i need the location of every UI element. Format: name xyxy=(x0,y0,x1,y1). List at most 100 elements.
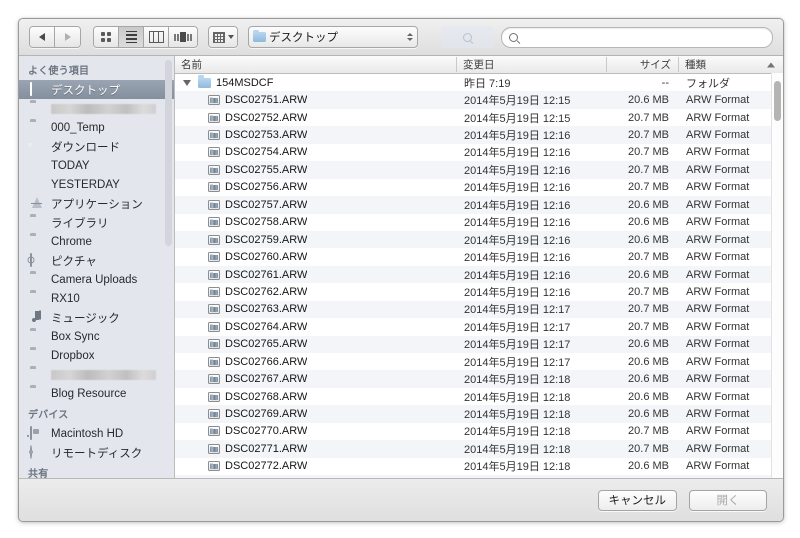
table-row[interactable]: DSC02766.ARW 2014年5月19日 12:17 20.6 MB ARW F… xyxy=(175,353,783,370)
sidebar-item-redacted[interactable] xyxy=(19,365,174,384)
raw-image-icon xyxy=(208,199,220,210)
search-toggle-button[interactable] xyxy=(441,26,493,48)
table-row[interactable]: DSC02756.ARW 2014年5月19日 12:16 20.7 MB ARW F… xyxy=(175,179,783,196)
search-icon xyxy=(509,32,518,42)
search-field[interactable] xyxy=(501,26,773,48)
table-row[interactable]: DSC02751.ARW 2014年5月19日 12:15 20.6 MB ARW F… xyxy=(175,91,783,109)
sidebar-item-rx10[interactable]: RX10 xyxy=(19,289,174,308)
cell-kind: ARW Format xyxy=(686,408,750,421)
file-name-label: DSC02756.ARW xyxy=(225,181,308,194)
applications-icon xyxy=(30,197,45,210)
cell-date: 2014年5月19日 12:17 xyxy=(464,339,571,352)
table-row[interactable]: DSC02763.ARW 2014年5月19日 12:17 20.7 MB ARW F… xyxy=(175,300,783,319)
scrollbar-thumb[interactable] xyxy=(774,81,781,121)
sidebar-item-item[interactable]: ダウンロード xyxy=(19,137,174,156)
cell-kind: ARW Format xyxy=(686,181,750,194)
sidebar-item-dropbox[interactable]: Dropbox xyxy=(19,346,174,365)
sidebar-item-item[interactable]: デスクトップ xyxy=(19,80,174,99)
sidebar-item-label: Box Sync xyxy=(51,330,100,343)
back-button[interactable] xyxy=(30,27,55,47)
sidebar-item-item[interactable]: ミュージック xyxy=(19,308,174,327)
column-header-size[interactable]: サイズ xyxy=(606,57,678,72)
sidebar-item-chrome[interactable]: Chrome xyxy=(19,232,174,251)
table-row[interactable]: DSC02771.ARW 2014年5月19日 12:18 20.7 MB ARW F… xyxy=(175,440,783,458)
table-row[interactable]: DSC02752.ARW 2014年5月19日 12:15 20.7 MB ARW F… xyxy=(175,109,783,126)
sidebar-item-item[interactable]: ピクチャ xyxy=(19,251,174,270)
file-list-scrollbar[interactable] xyxy=(771,73,783,478)
path-popup-button[interactable]: デスクトップ xyxy=(248,26,418,48)
table-row[interactable]: DSC02757.ARW 2014年5月19日 12:16 20.6 MB ARW F… xyxy=(175,196,783,214)
sidebar-item-000-temp[interactable]: 000_Temp xyxy=(19,118,174,137)
sidebar-scrollbar[interactable] xyxy=(165,60,172,246)
sidebar-section-header: 共有 xyxy=(28,469,49,478)
table-row[interactable]: DSC02759.ARW 2014年5月19日 12:16 20.6 MB ARW F… xyxy=(175,230,783,249)
sidebar-item-yesterday[interactable]: YESTERDAY xyxy=(19,175,174,194)
sidebar-item-item[interactable]: ライブラリ xyxy=(19,213,174,232)
folder-icon xyxy=(30,235,45,248)
table-row[interactable]: DSC02753.ARW 2014年5月19日 12:16 20.7 MB ARW F… xyxy=(175,126,783,144)
sidebar-item-box-sync[interactable]: Box Sync xyxy=(19,327,174,346)
file-name-label: DSC02764.ARW xyxy=(225,320,308,333)
sidebar-item-item[interactable]: アプリケーション xyxy=(19,194,174,213)
cell-size: 20.7 MB xyxy=(628,129,669,142)
table-row[interactable]: DSC02768.ARW 2014年5月19日 12:18 20.6 MB ARW F… xyxy=(175,388,783,405)
search-input[interactable] xyxy=(522,30,765,44)
cell-name: DSC02760.ARW xyxy=(175,251,456,263)
table-row[interactable]: DSC02761.ARW 2014年5月19日 12:16 20.6 MB ARW F… xyxy=(175,265,783,284)
sidebar-item-item[interactable]: リモートディスク xyxy=(19,443,174,462)
raw-image-icon xyxy=(208,443,220,454)
table-row[interactable]: DSC02767.ARW 2014年5月19日 12:18 20.6 MB ARW F… xyxy=(175,370,783,388)
table-row[interactable]: DSC02755.ARW 2014年5月19日 12:16 20.7 MB ARW F… xyxy=(175,161,783,179)
file-name-label: DSC02768.ARW xyxy=(225,390,308,403)
table-row[interactable]: DSC02758.ARW 2014年5月19日 12:16 20.6 MB ARW F… xyxy=(175,214,783,231)
view-as-icons-button[interactable] xyxy=(94,27,119,47)
file-name-label: DSC02765.ARW xyxy=(225,338,308,351)
folder-icon xyxy=(30,349,45,362)
raw-image-icon xyxy=(208,95,220,106)
cell-size: 20.6 MB xyxy=(628,94,669,107)
view-as-coverflow-button[interactable] xyxy=(169,27,197,47)
cell-name: DSC02761.ARW xyxy=(175,269,456,281)
table-row[interactable]: DSC02772.ARW 2014年5月19日 12:18 20.6 MB ARW F… xyxy=(175,458,783,475)
arrange-by-button[interactable] xyxy=(209,27,237,47)
disclosure-triangle-icon[interactable] xyxy=(183,79,191,86)
cell-date: 2014年5月19日 12:16 xyxy=(464,286,571,299)
cell-size: 20.7 MB xyxy=(628,146,669,159)
table-row[interactable]: DSC02764.ARW 2014年5月19日 12:17 20.7 MB ARW F… xyxy=(175,318,783,335)
cancel-button[interactable]: キャンセル xyxy=(597,489,677,511)
table-row[interactable]: DSC02760.ARW 2014年5月19日 12:16 20.7 MB ARW F… xyxy=(175,248,783,265)
sidebar-item-label: 000_Temp xyxy=(51,121,105,134)
column-header-name[interactable]: 名前 xyxy=(175,57,456,72)
file-name-label: DSC02757.ARW xyxy=(225,198,308,211)
view-as-list-button[interactable] xyxy=(119,27,144,47)
open-file-dialog: デスクトップ よく使う項目 デスクトップ 000_Temp ダウンロード TODAY YE… xyxy=(18,18,784,522)
folder-icon xyxy=(30,102,45,115)
file-name-label: DSC02755.ARW xyxy=(225,163,308,176)
table-row[interactable]: DSC02754.ARW 2014年5月19日 12:16 20.7 MB ARW F… xyxy=(175,144,783,161)
cell-kind: ARW Format xyxy=(686,163,750,176)
column-header-kind-label: 種類 xyxy=(685,59,706,71)
sidebar-item-today[interactable]: TODAY xyxy=(19,156,174,175)
table-row[interactable]: DSC02773.ARW2014年5月19日 12:1820.7 MBARW F… xyxy=(175,475,783,478)
table-row[interactable]: DSC02762.ARW 2014年5月19日 12:16 20.7 MB ARW F… xyxy=(175,283,783,300)
table-row[interactable]: DSC02769.ARW 2014年5月19日 12:18 20.6 MB ARW F… xyxy=(175,405,783,423)
table-row[interactable]: 154MSDCF 昨日 7:19 -- フォルダ xyxy=(175,74,783,91)
table-row[interactable]: DSC02770.ARW 2014年5月19日 12:18 20.7 MB ARW F… xyxy=(175,423,783,440)
open-button[interactable]: 開く xyxy=(689,489,767,511)
cell-name: DSC02770.ARW xyxy=(175,425,456,437)
sidebar-item-label: リモートディスク xyxy=(51,447,143,460)
column-header-date[interactable]: 変更日 xyxy=(456,57,606,72)
table-row[interactable]: DSC02765.ARW 2014年5月19日 12:17 20.6 MB ARW F… xyxy=(175,335,783,353)
cell-name: DSC02766.ARW xyxy=(175,356,456,368)
column-header-kind[interactable]: 種類 xyxy=(678,57,783,72)
forward-button[interactable] xyxy=(55,27,80,47)
desktop-icon xyxy=(30,82,45,96)
cell-name: DSC02753.ARW xyxy=(175,129,456,141)
sidebar-item-macintosh-hd[interactable]: Macintosh HD xyxy=(19,424,174,443)
stepper-icon xyxy=(407,33,413,41)
view-as-columns-button[interactable] xyxy=(144,27,169,47)
sidebar-item-blog-resource[interactable]: Blog Resource xyxy=(19,384,174,403)
sidebar-item-redacted[interactable] xyxy=(19,99,174,118)
sidebar-item-camera-uploads[interactable]: Camera Uploads xyxy=(19,270,174,289)
cell-date: 2014年5月19日 12:16 xyxy=(464,182,571,195)
